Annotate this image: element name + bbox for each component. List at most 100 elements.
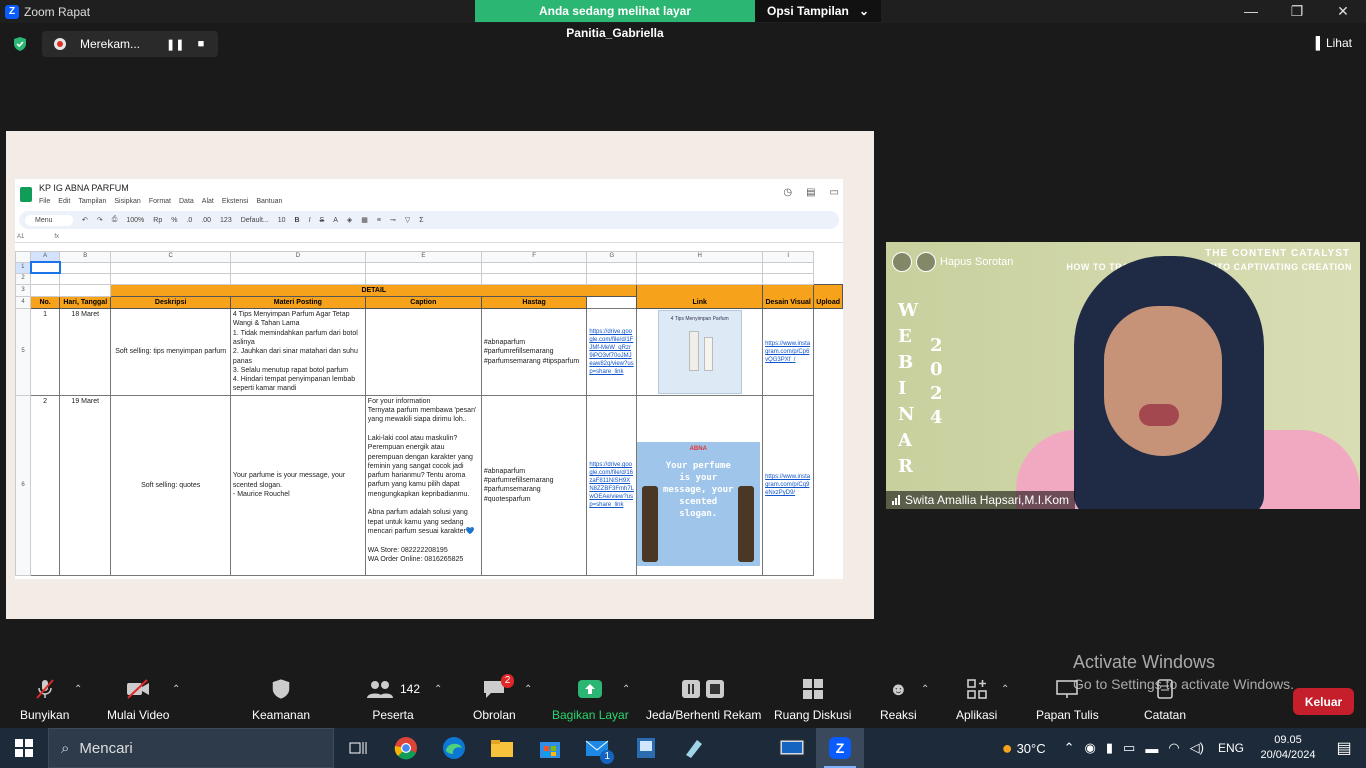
text-color-icon[interactable]: A	[333, 217, 338, 224]
fill-color-icon[interactable]: ◈	[347, 216, 352, 224]
minimize-button[interactable]: —	[1228, 0, 1274, 22]
battery-icon[interactable]: ▬	[1145, 741, 1158, 756]
bold-icon[interactable]: B	[295, 217, 300, 224]
row-description[interactable]: Soft selling: tips menyimpan parfum	[110, 308, 231, 396]
video-options-caret-icon[interactable]: ⌃	[172, 684, 180, 695]
comment-icon[interactable]: ▤	[806, 187, 815, 198]
menu-file[interactable]: File	[39, 198, 50, 205]
share-screen-button[interactable]: Bagikan Layar	[552, 676, 629, 722]
column-header[interactable]: E	[364, 251, 482, 263]
unmute-button[interactable]: Bunyikan	[20, 676, 69, 722]
chat-caret-icon[interactable]: ⌃	[524, 684, 532, 695]
design-image-quote[interactable]: ABNA Your perfume is your message, your …	[637, 441, 761, 566]
notes-button[interactable]: Catatan	[1144, 676, 1186, 722]
menu-tools[interactable]: Alat	[202, 198, 214, 205]
row-date[interactable]: 19 Maret	[59, 394, 112, 576]
menu-data[interactable]: Data	[179, 198, 194, 205]
photos-icon[interactable]	[622, 728, 670, 768]
close-button[interactable]: ✕	[1320, 0, 1366, 22]
restore-button[interactable]: ❐	[1274, 0, 1320, 22]
remote-desktop-icon[interactable]	[768, 728, 816, 768]
reactions-caret-icon[interactable]: ⌃	[921, 684, 929, 695]
pause-recording-button[interactable]: ❚❚	[166, 38, 184, 51]
row-number[interactable]: 1	[30, 308, 61, 396]
row-link[interactable]: https://drive.google.com/file/d/16zaF811…	[589, 461, 634, 509]
row-header[interactable]: 5	[15, 308, 32, 396]
chat-button[interactable]: 2 Obrolan	[473, 674, 516, 722]
task-view-icon[interactable]	[334, 728, 382, 768]
functions-button[interactable]: Σ	[419, 217, 423, 224]
percent-button[interactable]: %	[171, 217, 177, 224]
chrome-icon[interactable]	[382, 728, 430, 768]
decimal-decrease-button[interactable]: .0	[186, 217, 192, 224]
wifi-icon[interactable]: ◠	[1168, 740, 1179, 756]
corner-cell[interactable]	[15, 251, 32, 263]
display-tray-icon[interactable]: ▭	[1123, 740, 1135, 756]
start-button[interactable]	[0, 728, 48, 768]
remove-spotlight-button[interactable]: Hapus Sorotan	[940, 256, 1013, 268]
row-number[interactable]: 2	[30, 394, 61, 576]
filter-icon[interactable]: ▽	[405, 216, 410, 224]
menu-view[interactable]: Tampilan	[78, 198, 106, 205]
cell-reference[interactable]: A1	[17, 234, 24, 240]
whiteboard-button[interactable]: Papan Tulis	[1036, 676, 1099, 722]
column-header[interactable]: D	[229, 251, 366, 263]
align-icon[interactable]: ≡	[377, 217, 381, 224]
row-link[interactable]: https://drive.google.com/file/d/1FJMf-Me…	[589, 328, 634, 376]
font-size-input[interactable]: 10	[278, 217, 286, 224]
print-icon[interactable]: ⎙	[112, 216, 118, 224]
taskbar-search[interactable]: ⌕ Mencari	[48, 728, 334, 768]
link-icon[interactable]: ⊸	[390, 216, 396, 224]
currency-button[interactable]: Rp	[153, 217, 162, 224]
history-icon[interactable]: ◷	[783, 187, 792, 198]
share-caret-icon[interactable]: ⌃	[622, 684, 630, 695]
store-icon[interactable]	[526, 728, 574, 768]
row-caption[interactable]: For your information Ternyata parfum mem…	[364, 394, 482, 576]
row-upload-link[interactable]: https://www.instagram.com/p/Cq9eNxzPyD9/	[765, 473, 811, 497]
redo-icon[interactable]: ↷	[97, 216, 103, 224]
italic-icon[interactable]: I	[309, 217, 311, 224]
security-shield-icon[interactable]	[12, 36, 28, 52]
view-options-button[interactable]: Opsi Tampilan ⌄	[755, 0, 881, 22]
start-video-button[interactable]: Mulai Video	[107, 676, 169, 722]
zoom-taskbar-icon[interactable]: Z	[816, 728, 864, 768]
security-button[interactable]: Keamanan	[252, 676, 310, 722]
font-select[interactable]: Default...	[241, 217, 269, 224]
file-explorer-icon[interactable]	[478, 728, 526, 768]
options-icon[interactable]	[916, 252, 936, 272]
column-header[interactable]: B	[59, 251, 112, 263]
volume-icon[interactable]: ◁)	[1190, 740, 1204, 756]
column-header[interactable]: H	[636, 251, 764, 263]
reactions-button[interactable]: ☻ Reaksi	[880, 676, 917, 723]
view-button[interactable]: ▐ Lihat	[1311, 36, 1352, 50]
apps-button[interactable]: Aplikasi	[956, 676, 997, 722]
participants-caret-icon[interactable]: ⌃	[434, 684, 442, 695]
borders-icon[interactable]: ▦	[361, 216, 368, 224]
pause-stop-recording-button[interactable]: Jeda/Berhenti Rekam	[646, 676, 761, 722]
column-header[interactable]: C	[110, 251, 231, 263]
row-materi[interactable]: Your parfume is your message, your scent…	[229, 394, 366, 576]
row-upload-link[interactable]: https://www.instagram.com/p/Cp6vQG3PXf_/	[765, 340, 811, 364]
menu-help[interactable]: Bantuan	[256, 198, 282, 205]
design-image-tips[interactable]: 4 Tips Menyimpan Parfum	[657, 310, 742, 395]
row-caption[interactable]	[364, 308, 482, 396]
language-indicator[interactable]: ENG	[1218, 741, 1244, 755]
row-header[interactable]: 6	[15, 394, 32, 576]
tray-chevron-icon[interactable]: ⌃	[1064, 740, 1075, 756]
decimal-increase-button[interactable]: .00	[201, 217, 211, 224]
clock[interactable]: 09.05 20/04/2024	[1254, 733, 1322, 763]
row-date[interactable]: 18 Maret	[59, 308, 112, 396]
row-hastag[interactable]: #abnaparfum #parfumrefillsemarang #parfu…	[480, 308, 588, 396]
spotlight-icon[interactable]	[892, 252, 912, 272]
microphone-tray-icon[interactable]: ▮	[1106, 740, 1113, 756]
row-hastag[interactable]: #abnaparfum #parfumrefillsemarang #parfu…	[480, 394, 588, 576]
notes-app-icon[interactable]	[670, 728, 718, 768]
row-header[interactable]: 1	[15, 261, 32, 274]
number-format-button[interactable]: 123	[220, 217, 232, 224]
cell-a1[interactable]	[29, 261, 61, 274]
menu-extensions[interactable]: Ekstensi	[222, 198, 248, 205]
column-header[interactable]: I	[762, 251, 815, 263]
participants-button[interactable]: 142 Peserta	[366, 676, 420, 722]
row-materi[interactable]: 4 Tips Menyimpan Parfum Agar Tetap Wangi…	[229, 308, 366, 396]
weather-icon[interactable]: ●	[1002, 738, 1013, 759]
